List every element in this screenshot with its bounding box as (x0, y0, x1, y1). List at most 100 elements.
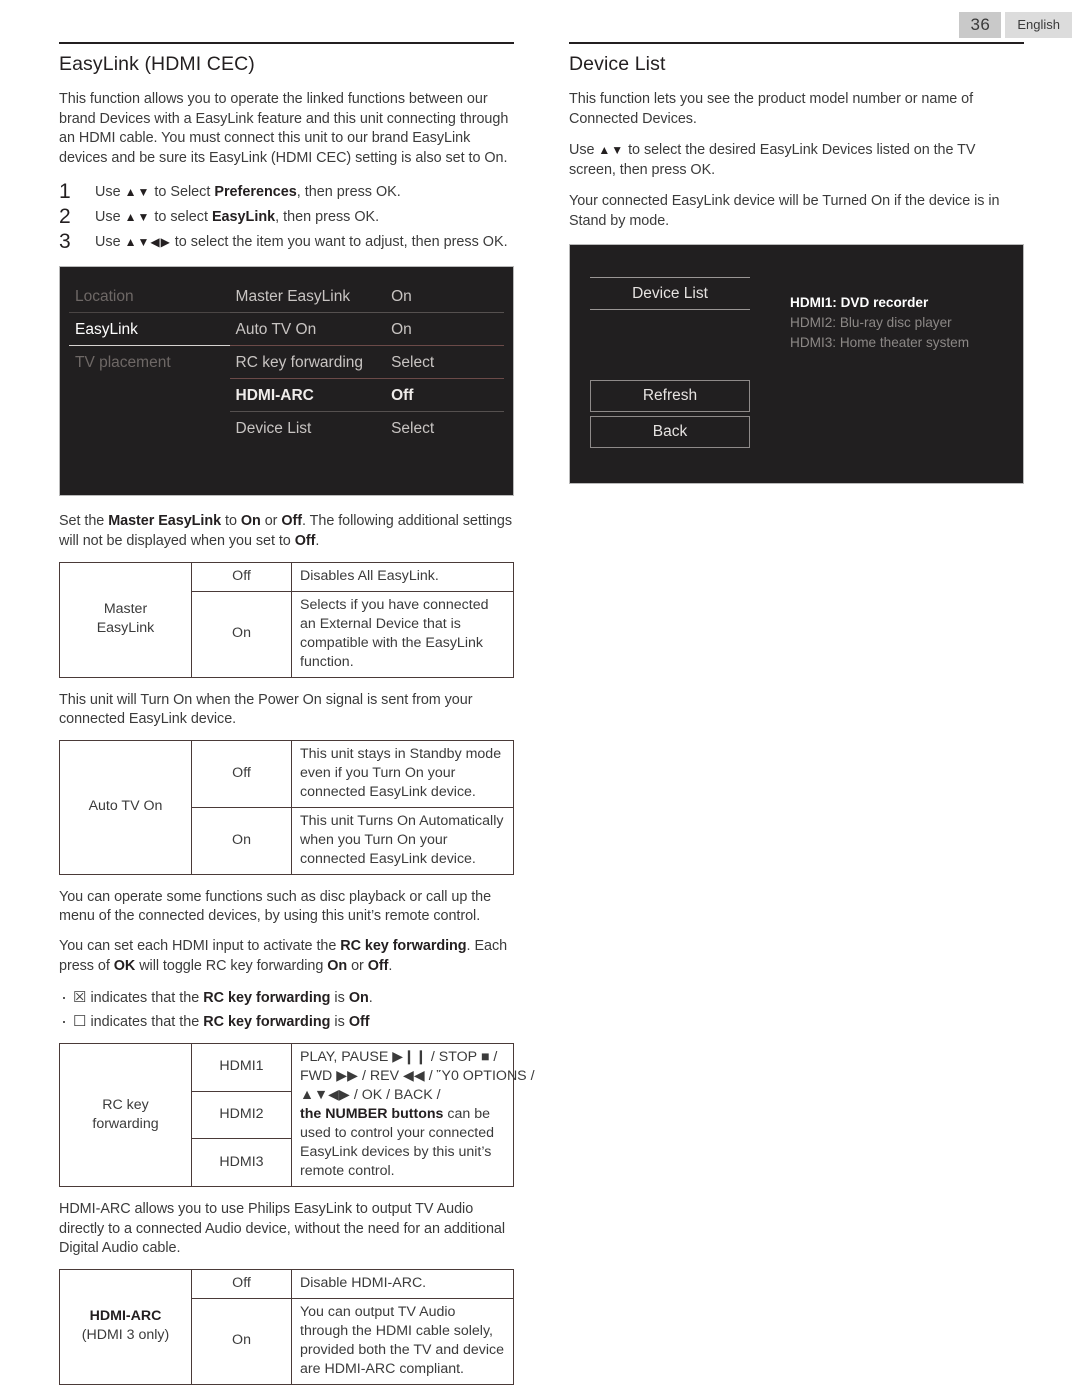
text-fragment: is (330, 1014, 349, 1031)
text-fragment: or (260, 513, 282, 530)
tv-menu-item-master-easylink[interactable]: Master EasyLink (229, 280, 386, 314)
updown-arrow-icon: ▲▼ (124, 210, 151, 225)
text-bold: On (240, 513, 261, 530)
label-line-2: EasyLink (96, 620, 155, 637)
rc-paragraph-1: You can operate some functions such as d… (59, 888, 492, 925)
rc-bullet-list: ☒ indicates that the RC key forwarding i… (59, 985, 514, 1034)
step-bold: Preferences (214, 184, 297, 201)
tv-menu-column-categories: Location EasyLink TV placement (69, 280, 230, 444)
device-list-left-pane: Device List Refresh Back (590, 273, 750, 483)
text-fragment: Use (569, 142, 599, 159)
device-list-paragraph-2: Use ▲▼ to select the desired EasyLink De… (569, 141, 1024, 180)
label-line-2: (HDMI 3 only) (81, 1327, 170, 1344)
text-fragment: to (221, 513, 241, 530)
rc-key-description: PLAY, PAUSE ▶❙❙ / STOP ■ / FWD ▶▶ / REV … (291, 1043, 535, 1188)
text-fragment: or (347, 957, 368, 974)
tv-menu-screenshot: Location EasyLink TV placement Master Ea… (59, 266, 514, 497)
device-item-hdmi1[interactable]: HDMI1: DVD recorder (790, 293, 969, 313)
step-text: Use ▲▼◀▶ to select the item you want to … (95, 230, 508, 254)
step-bold: EasyLink (211, 209, 276, 226)
step-post: , then press OK. (296, 184, 401, 201)
checked-box-icon: ☒ (73, 989, 87, 1007)
value-off: Off (191, 561, 292, 592)
text-bold: OK (113, 957, 136, 974)
step-mid: to select (150, 209, 212, 226)
tv-menu-column-settings: Master EasyLink Auto TV On RC key forwar… (229, 280, 386, 444)
tv-menu-value-auto-tv-on[interactable]: On (385, 313, 504, 347)
row-label-auto-tv-on: Auto TV On (59, 739, 192, 875)
language-badge: English (1005, 12, 1072, 38)
text-fragment: indicates that the (86, 1014, 204, 1031)
section-rule (569, 42, 1024, 44)
tv-menu-item-auto-tv-on[interactable]: Auto TV On (229, 313, 386, 347)
rc-desc-bold: the NUMBER buttons (300, 1106, 444, 1123)
device-list-paragraph-3: Your connected EasyLink device will be T… (569, 193, 1000, 229)
device-item-hdmi2[interactable]: HDMI2: Blu-ray disc player (790, 313, 969, 333)
list-item: ☒ indicates that the RC key forwarding i… (59, 985, 514, 1010)
tv-menu-item-location[interactable]: Location (69, 280, 230, 314)
refresh-button[interactable]: Refresh (590, 379, 750, 412)
page-title: EasyLink (HDMI CEC) (59, 53, 255, 75)
tv-menu-item-tv-placement[interactable]: TV placement (69, 346, 230, 378)
step-post: , then press OK. (275, 209, 380, 226)
step-text: Use ▲▼ to Select Preferences, then press… (95, 180, 401, 204)
tv-menu-value-master-easylink[interactable]: On (385, 280, 504, 314)
step-number: 1 (59, 180, 71, 204)
text-fragment: . (368, 990, 373, 1007)
tv-menu-value-device-list[interactable]: Select (385, 412, 504, 444)
hdmi-arc-table: HDMI-ARC (HDMI 3 only) Off Disable HDMI-… (59, 1268, 514, 1385)
table-row: RC key forwarding HDMI1 PLAY, PAUSE ▶❙❙ … (59, 1043, 535, 1188)
rc-desc-line-1: PLAY, PAUSE ▶❙❙ / STOP ■ / (300, 1049, 498, 1066)
desc-on: This unit Turns On Automatically when yo… (291, 806, 514, 875)
list-item: ☐ indicates that the RC key forwarding i… (59, 1009, 514, 1034)
step-number: 2 (59, 205, 71, 229)
tv-menu-value-rc-key-forwarding[interactable]: Select (385, 346, 504, 380)
input-hdmi3: HDMI3 (191, 1138, 292, 1188)
rc-desc-line-2: FWD ▶▶ / REV ◀◀ / Ὕ0 OPTIONS / (300, 1068, 535, 1085)
device-list-panel-title: Device List (590, 276, 750, 310)
tv-menu-item-hdmi-arc[interactable]: HDMI-ARC (229, 379, 386, 413)
step-number: 3 (59, 230, 71, 254)
table-row: Auto TV On Off This unit stays in Standb… (59, 739, 514, 875)
empty-box-icon: ☐ (73, 1013, 87, 1031)
device-item-hdmi3[interactable]: HDMI3: Home theater system (790, 333, 969, 353)
step-text: Use ▲▼ to select EasyLink, then press OK… (95, 205, 379, 229)
dpad-arrow-icon: ▲▼◀▶ (124, 235, 171, 250)
label-line-1: RC key (102, 1096, 149, 1113)
text-bold: Off (281, 513, 302, 530)
label-line-1: Master (103, 601, 148, 618)
tv-menu-value-hdmi-arc[interactable]: Off (385, 379, 504, 413)
text-bold: Off (294, 532, 316, 549)
step-item: 3 Use ▲▼◀▶ to select the item you want t… (59, 230, 514, 254)
tv-menu-grid: Location EasyLink TV placement Master Ea… (69, 280, 504, 444)
auto-tv-on-table: Auto TV On Off This unit stays in Standb… (59, 739, 514, 875)
right-column: Device List This function lets you see t… (569, 42, 1024, 484)
step-item: 1 Use ▲▼ to Select Preferences, then pre… (59, 180, 514, 204)
value-off: Off (191, 1268, 292, 1299)
text-fragment: . (388, 957, 393, 974)
master-easylink-intro: Set the Master EasyLink to On or Off. Th… (59, 512, 514, 551)
device-list-panel: Device List Refresh Back HDMI1: DVD reco… (570, 245, 1023, 483)
section-title-device-list: Device List (569, 53, 666, 75)
step-mid: to Select (150, 184, 215, 201)
step-item: 2 Use ▲▼ to select EasyLink, then press … (59, 205, 514, 229)
label-line-2: forwarding (92, 1115, 159, 1132)
text-fragment: You can set each HDMI input to activate … (59, 937, 341, 954)
tv-menu-item-easylink[interactable]: EasyLink (69, 313, 230, 347)
text-fragment: Set the (59, 513, 109, 530)
text-fragment: is (330, 990, 349, 1007)
device-list-buttons: Refresh Back (590, 379, 750, 448)
rc-key-forwarding-table: RC key forwarding HDMI1 PLAY, PAUSE ▶❙❙ … (59, 1043, 535, 1188)
desc-on: Selects if you have connected an Externa… (291, 590, 514, 678)
master-easylink-table: Master EasyLink Off Disables All EasyLin… (59, 561, 514, 678)
desc-off: Disables All EasyLink. (291, 561, 514, 592)
numbered-steps: 1 Use ▲▼ to Select Preferences, then pre… (59, 180, 514, 254)
tv-menu-item-rc-key-forwarding[interactable]: RC key forwarding (229, 346, 386, 380)
step-pre: Use (95, 209, 125, 226)
table-row: HDMI-ARC (HDMI 3 only) Off Disable HDMI-… (59, 1268, 514, 1385)
tv-menu-item-device-list[interactable]: Device List (230, 412, 386, 444)
back-button[interactable]: Back (590, 415, 750, 448)
row-label-hdmi-arc: HDMI-ARC (HDMI 3 only) (59, 1268, 192, 1385)
value-on: On (191, 1297, 292, 1385)
value-off: Off (191, 739, 292, 808)
